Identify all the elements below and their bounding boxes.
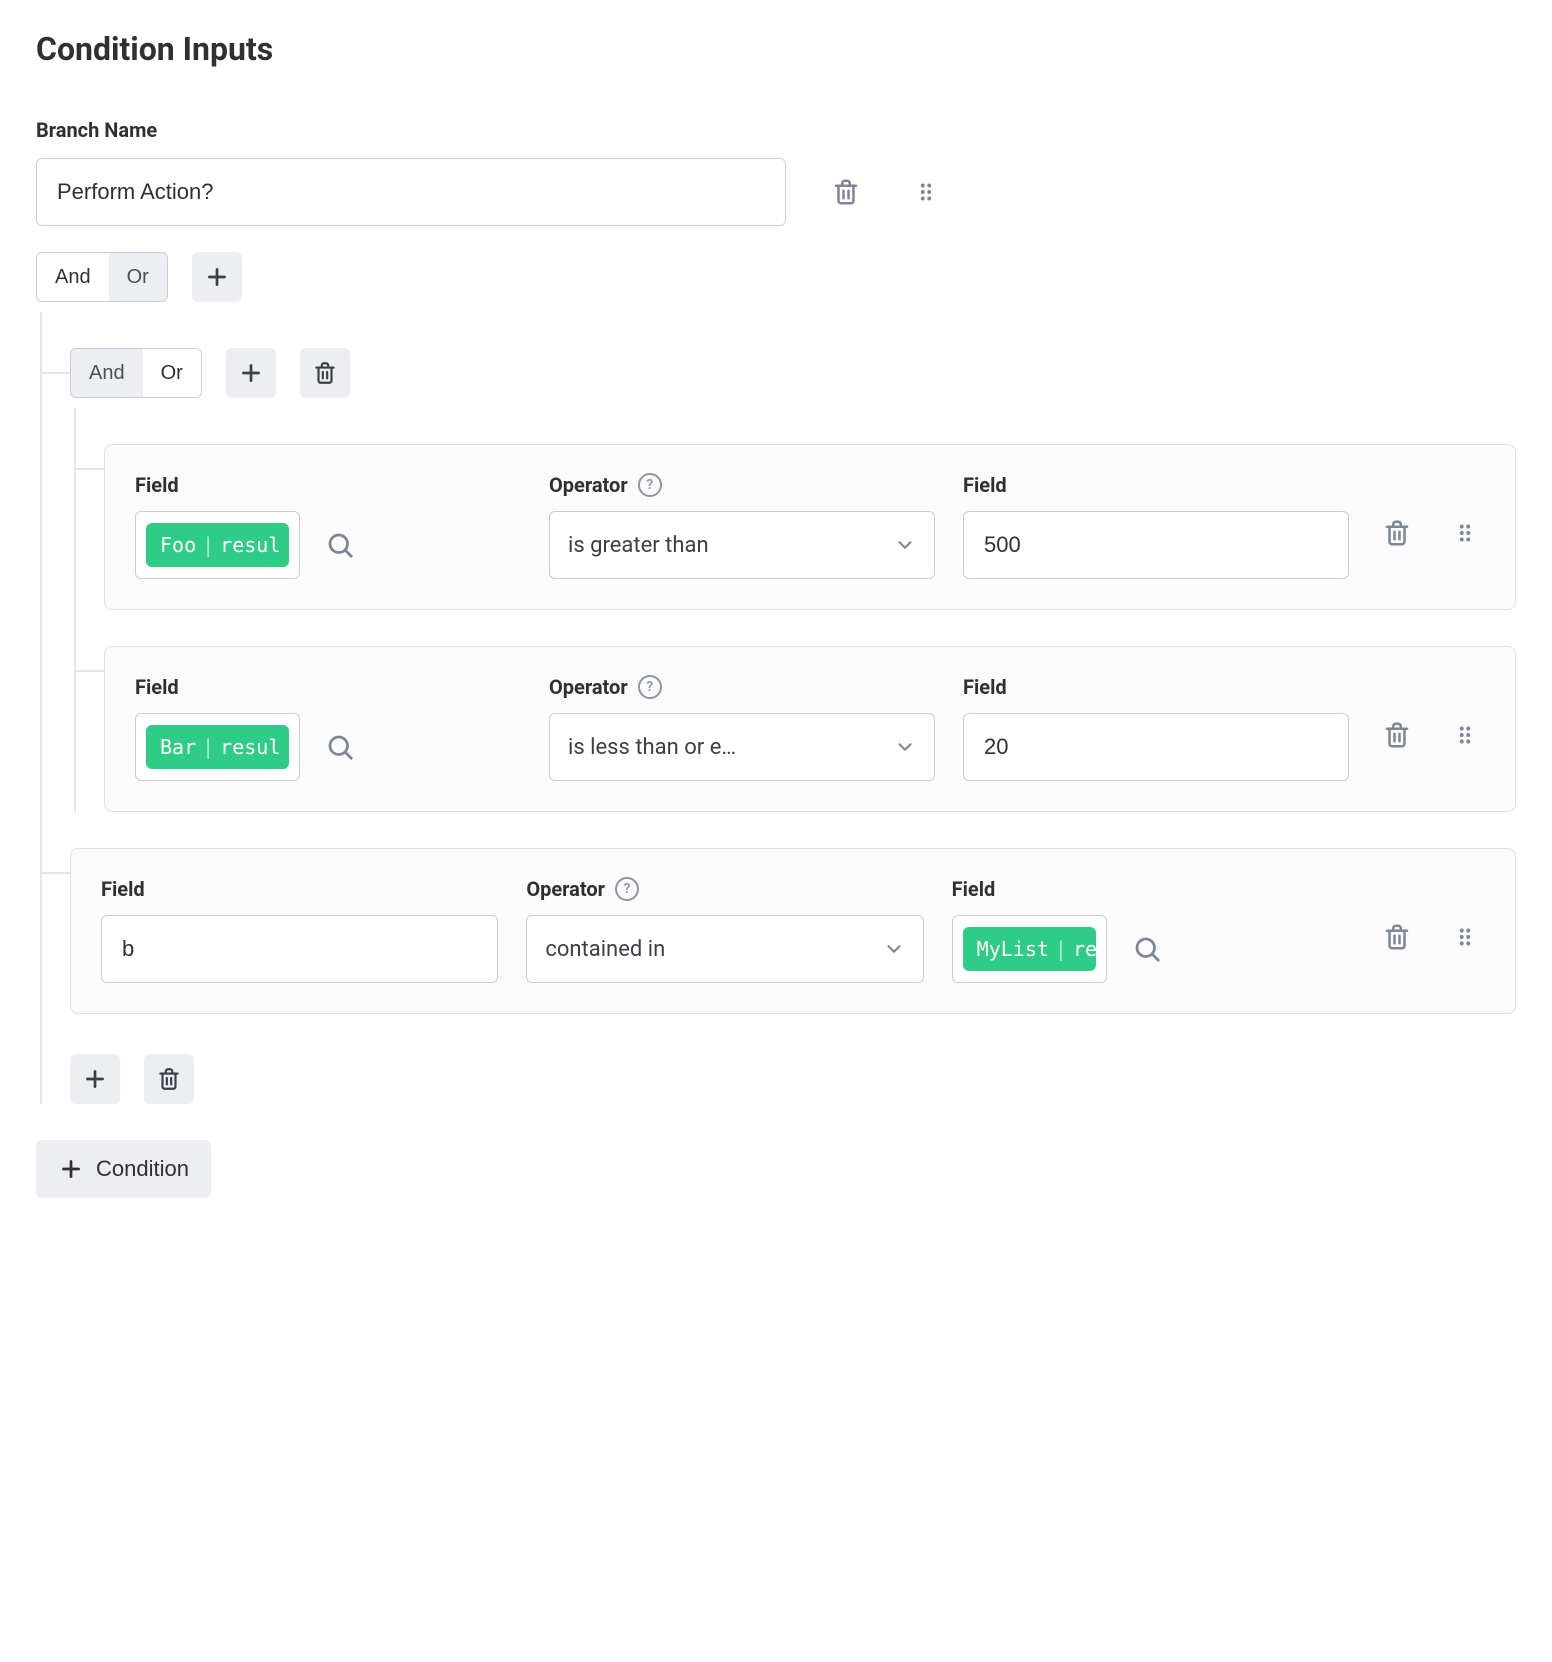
field-left-label: Field [101,877,498,901]
field-right-label: Field [952,877,1349,901]
drag-icon [1452,520,1478,546]
operator-label-text: Operator [549,473,628,497]
rule-card: Field Bar|resul [104,646,1516,812]
operator-label: Operator ? [549,675,935,699]
operator-value: is less than or e… [568,735,736,760]
branch-name-input[interactable] [36,158,786,226]
nested-logic-and[interactable]: And [71,349,143,397]
operator-label-text: Operator [549,675,628,699]
field-right-input[interactable] [963,713,1349,781]
page-title: Condition Inputs [36,30,1516,68]
drag-branch-handle[interactable] [906,172,946,212]
branch-row [36,158,1516,226]
drag-icon [913,179,939,205]
add-condition-button[interactable]: Condition [36,1140,211,1198]
field-right-label: Field [963,473,1349,497]
nested-add-button[interactable] [226,348,276,398]
operator-label: Operator ? [526,877,923,901]
chip-attr: resul [220,735,280,759]
field-left-input[interactable]: Bar|resul [135,713,300,781]
search-icon [325,530,355,560]
root-add-bottom-button[interactable] [70,1054,120,1104]
add-condition-label: Condition [96,1156,189,1182]
trash-icon [312,360,338,386]
search-icon [1132,934,1162,964]
variable-chip: MyList|re [963,927,1096,971]
drag-rule-handle[interactable] [1445,715,1485,755]
chip-attr: resul [220,533,280,557]
nested-logic-or[interactable]: Or [143,349,201,397]
field-picker-button[interactable] [320,525,360,565]
rule-card: Field Operator ? contained in Field [70,848,1516,1014]
field-right-label: Field [963,675,1349,699]
nested-group: And Or Field [70,312,1516,812]
variable-chip: Bar|resul [146,725,289,769]
field-left-label: Field [135,473,521,497]
nested-logic-toggle: And Or [70,348,202,398]
drag-icon [1452,924,1478,950]
plus-icon [58,1156,84,1182]
help-icon[interactable]: ? [638,675,662,699]
delete-branch-button[interactable] [826,172,866,212]
drag-icon [1452,722,1478,748]
chip-name: Foo [160,533,196,557]
chevron-down-icon [883,938,905,960]
field-left-label: Field [135,675,521,699]
chevron-down-icon [894,534,916,556]
trash-icon [1382,922,1412,952]
delete-rule-button[interactable] [1377,715,1417,755]
drag-rule-handle[interactable] [1445,917,1485,957]
rule-row: Field Operator ? contained in Field [70,812,1516,1014]
chevron-down-icon [894,736,916,758]
rule-row: Field Bar|resul [104,610,1516,812]
nested-delete-button[interactable] [300,348,350,398]
root-delete-button[interactable] [144,1054,194,1104]
field-picker-button[interactable] [320,727,360,767]
root-tree: And Or Field [36,312,1516,1104]
root-add-button[interactable] [192,252,242,302]
operator-label: Operator ? [549,473,935,497]
help-icon[interactable]: ? [615,877,639,901]
rule-row: Field Foo|resul [104,408,1516,610]
operator-select[interactable]: contained in [526,915,923,983]
nested-group-header: And Or [70,348,1516,398]
root-footer [70,1054,1516,1104]
delete-rule-button[interactable] [1377,917,1417,957]
root-group-header: And Or [36,252,1516,302]
operator-select[interactable]: is less than or e… [549,713,935,781]
trash-icon [831,177,861,207]
operator-label-text: Operator [526,877,605,901]
operator-value: contained in [545,937,665,962]
root-logic-or[interactable]: Or [109,253,167,301]
drag-rule-handle[interactable] [1445,513,1485,553]
plus-icon [204,264,230,290]
trash-icon [1382,720,1412,750]
root-logic-and[interactable]: And [37,253,109,301]
operator-select[interactable]: is greater than [549,511,935,579]
operator-value: is greater than [568,533,709,558]
chip-name: Bar [160,735,196,759]
field-left-input[interactable] [101,915,498,983]
branch-name-label: Branch Name [36,118,1516,142]
chip-attr: re [1073,937,1096,961]
plus-icon [82,1066,108,1092]
field-right-input[interactable] [963,511,1349,579]
field-left-input[interactable]: Foo|resul [135,511,300,579]
field-right-input[interactable]: MyList|re [952,915,1107,983]
field-picker-button[interactable] [1127,929,1167,969]
help-icon[interactable]: ? [638,473,662,497]
plus-icon [238,360,264,386]
chip-name: MyList [977,937,1049,961]
trash-icon [156,1066,182,1092]
root-logic-toggle: And Or [36,252,168,302]
delete-rule-button[interactable] [1377,513,1417,553]
search-icon [325,732,355,762]
trash-icon [1382,518,1412,548]
variable-chip: Foo|resul [146,523,289,567]
rule-card: Field Foo|resul [104,444,1516,610]
